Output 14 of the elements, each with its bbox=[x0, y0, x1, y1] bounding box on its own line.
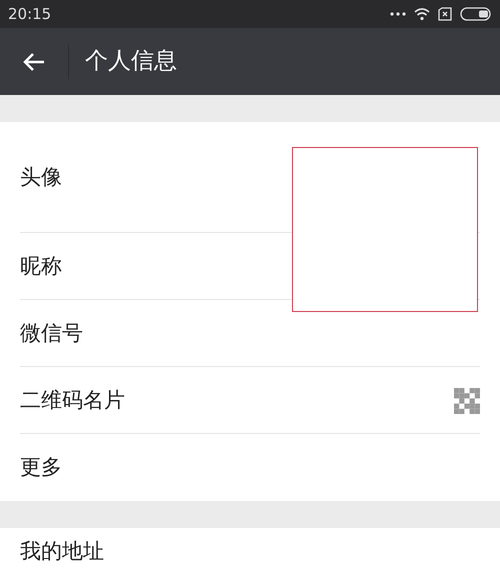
back-arrow-icon bbox=[22, 52, 46, 72]
wifi-icon bbox=[414, 7, 430, 21]
no-sim-icon bbox=[438, 7, 452, 21]
row-label[interactable]: 二维码名片 bbox=[20, 388, 125, 414]
row-label[interactable]: 微信号 bbox=[20, 320, 83, 346]
row-label[interactable]: 我的地址 bbox=[20, 539, 104, 564]
row-label[interactable]: 更多 bbox=[20, 454, 62, 480]
page-title: 个人信息 bbox=[85, 47, 177, 76]
row-label[interactable]: 昵称 bbox=[20, 254, 62, 280]
status-time: 20:15 bbox=[8, 4, 52, 25]
battery-icon bbox=[460, 7, 492, 21]
row-label[interactable]: 头像 bbox=[20, 164, 62, 190]
more-dots-icon bbox=[390, 12, 406, 16]
qr-code-icon bbox=[454, 388, 480, 414]
